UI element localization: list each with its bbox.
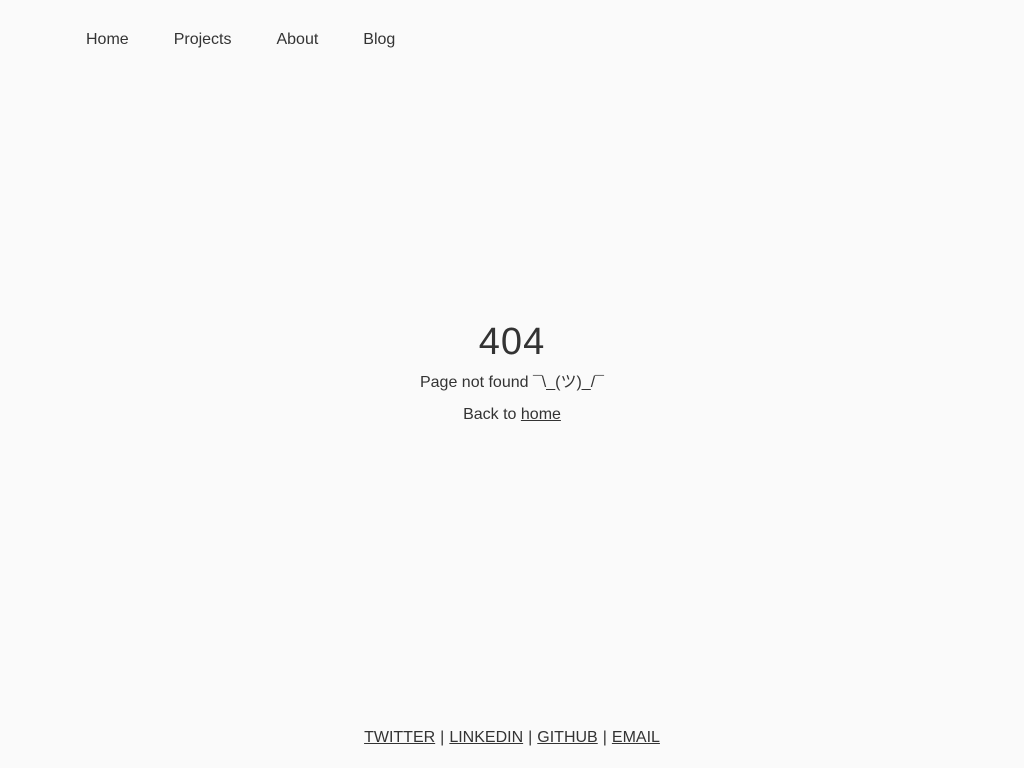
- nav-link-projects[interactable]: Projects: [174, 28, 232, 52]
- nav-link-home[interactable]: Home: [86, 28, 129, 52]
- not-found-content: 404 Page not found ¯\_(ツ)_/¯ Back to hom…: [0, 320, 1024, 425]
- footer-separator: |: [440, 729, 445, 746]
- error-message: Page not found ¯\_(ツ)_/¯: [419, 374, 604, 391]
- footer: TWITTER | LINKEDIN | GITHUB | EMAIL: [0, 728, 1024, 748]
- footer-separator: |: [528, 729, 533, 746]
- nav-link-blog[interactable]: Blog: [363, 28, 395, 52]
- back-to-home: Back to home: [0, 405, 1024, 425]
- home-link[interactable]: home: [521, 406, 561, 423]
- top-nav: Home Projects About Blog: [86, 28, 395, 52]
- footer-link-email[interactable]: EMAIL: [612, 729, 660, 746]
- footer-link-linkedin[interactable]: LINKEDIN: [449, 729, 523, 746]
- page: Home Projects About Blog 404 Page not fo…: [0, 0, 1024, 768]
- footer-link-github[interactable]: GITHUB: [537, 729, 597, 746]
- nav-link-about[interactable]: About: [276, 28, 318, 52]
- back-prefix: Back to: [463, 406, 517, 423]
- error-code: 404: [478, 321, 546, 363]
- footer-link-twitter[interactable]: TWITTER: [364, 729, 435, 746]
- footer-separator: |: [602, 729, 607, 746]
